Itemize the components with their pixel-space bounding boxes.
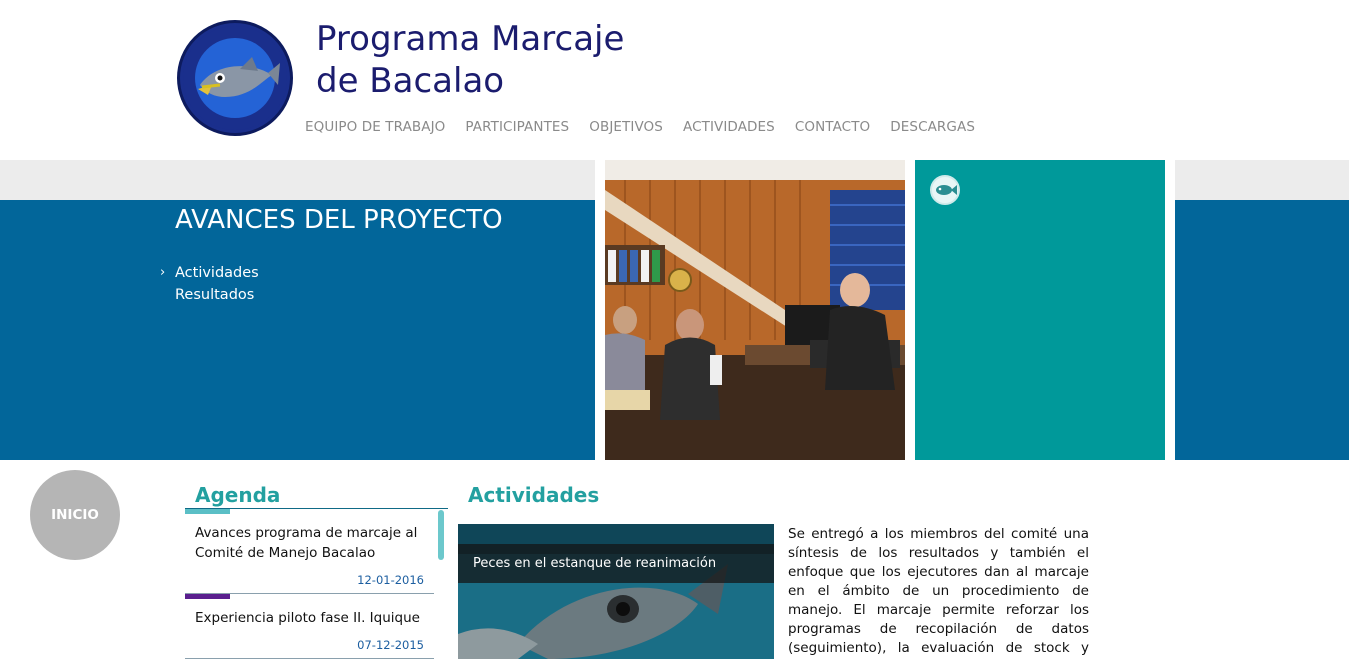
nav-actividades[interactable]: ACTIVIDADES xyxy=(683,119,775,135)
agenda-item[interactable]: Avances programa de marcaje al Comité de… xyxy=(185,509,434,594)
meeting-photo-illustration xyxy=(605,160,905,460)
agenda-scrollbar[interactable] xyxy=(438,510,444,560)
nav-participantes[interactable]: PARTICIPANTES xyxy=(465,119,569,135)
meeting-photo xyxy=(605,160,905,460)
agenda-item-date: 12-01-2016 xyxy=(357,573,424,587)
inicio-button[interactable]: INICIO xyxy=(30,470,120,560)
section-title: AVANCES DEL PROYECTO xyxy=(175,205,503,235)
teal-feature-panel xyxy=(915,160,1165,460)
nav-contacto[interactable]: CONTACTO xyxy=(795,119,870,135)
site-title-line-1: Programa Marcaje xyxy=(316,19,625,59)
activity-image-caption[interactable]: Peces en el estanque de reanimación xyxy=(458,544,774,583)
agenda-item-accent-bar xyxy=(185,509,230,514)
fish-icon-graphic xyxy=(936,185,957,195)
agenda-item-accent-bar xyxy=(185,594,230,599)
submenu-item-resultados[interactable]: Resultados xyxy=(160,284,259,306)
submenu-item-actividades[interactable]: › Actividades xyxy=(160,262,259,284)
agenda-item-date: 07-12-2015 xyxy=(357,638,424,652)
agenda-item-title: Avances programa de marcaje al Comité de… xyxy=(195,525,418,561)
site-title[interactable]: Programa Marcaje de Bacalao xyxy=(316,18,624,102)
submenu-item-label: Resultados xyxy=(175,287,255,303)
site-title-line-2: de Bacalao xyxy=(316,61,505,101)
band-blue-panel-right xyxy=(1175,200,1349,460)
section-submenu: › Actividades Resultados xyxy=(160,262,259,306)
nav-descargas[interactable]: DESCARGAS xyxy=(890,119,975,135)
nav-objetivos[interactable]: OBJETIVOS xyxy=(589,119,663,135)
agenda-heading: Agenda xyxy=(195,483,281,507)
agenda-item-title: Experiencia piloto fase II. Iquique xyxy=(195,610,420,626)
main-nav: EQUIPO DE TRABAJO PARTICIPANTES OBJETIVO… xyxy=(305,119,995,135)
chevron-right-icon: › xyxy=(160,265,166,280)
band-grey-strip-right xyxy=(1175,160,1349,200)
activity-description: Se entregó a los miembros del comité una… xyxy=(788,526,1089,656)
nav-equipo-de-trabajo[interactable]: EQUIPO DE TRABAJO xyxy=(305,119,445,135)
fish-icon[interactable] xyxy=(930,175,960,205)
project-logo[interactable] xyxy=(177,20,293,136)
actividades-heading: Actividades xyxy=(468,483,600,507)
submenu-item-label: Actividades xyxy=(175,265,259,281)
band-blue-panel-left xyxy=(0,200,595,460)
logo-emblem-graphic xyxy=(183,26,287,130)
agenda-item[interactable]: Experiencia piloto fase II. Iquique 07-1… xyxy=(185,594,434,659)
band-grey-strip-left xyxy=(0,160,595,200)
